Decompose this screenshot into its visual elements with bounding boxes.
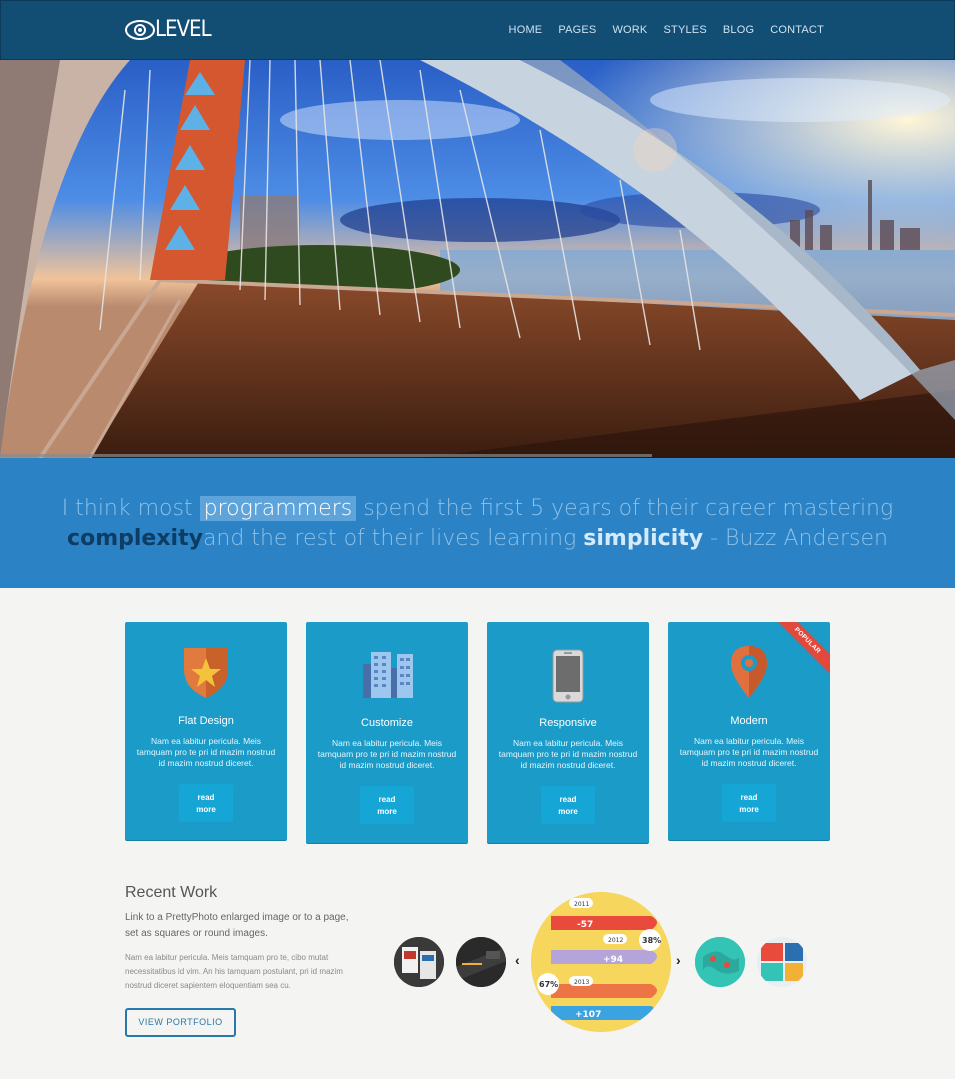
card-title: Responsive — [539, 717, 597, 729]
infographic-value-3: +107 — [575, 1010, 601, 1020]
quote-strong-complexity: complexity — [67, 526, 203, 551]
card-description: Nam ea labitur pericula. Meis tamquam pr… — [136, 736, 276, 768]
infographic-year-2011: 2011 — [574, 901, 589, 908]
view-portfolio-button[interactable]: VIEW PORTFOLIO — [125, 1008, 236, 1037]
carousel-prev-arrow[interactable]: ‹ — [515, 952, 520, 968]
map-pin-icon — [731, 646, 767, 698]
portfolio-image-icon — [456, 937, 506, 987]
feature-card-modern: POPULAR Modern Nam ea labitur pericula. … — [668, 622, 830, 840]
quote-section: I think most programmers spend the first… — [0, 458, 955, 588]
infographic-year-2012: 2012 — [608, 937, 623, 944]
read-more-button[interactable]: read more — [541, 786, 595, 824]
portfolio-thumb-1[interactable] — [394, 937, 444, 987]
card-title: Flat Design — [178, 715, 234, 727]
shield-star-icon — [184, 648, 228, 698]
phone-icon — [552, 649, 584, 703]
carousel-next-arrow[interactable]: › — [676, 952, 681, 968]
card-description: Nam ea labitur pericula. Meis tamquam pr… — [498, 738, 638, 770]
portfolio-thumb-3[interactable] — [695, 937, 745, 987]
portfolio-thumb-2[interactable] — [456, 937, 506, 987]
infographic-year-2013: 2013 — [574, 979, 589, 986]
nav-pages[interactable]: PAGES — [558, 24, 596, 36]
recent-work-description: Nam ea labitur pericula. Meis tamquam pr… — [125, 953, 343, 990]
quote-author: - Buzz Andersen — [703, 526, 888, 551]
feature-card-responsive: Responsive Nam ea labitur pericula. Meis… — [487, 622, 649, 843]
portfolio-image-icon — [695, 937, 745, 987]
quote-text-2: spend the first 5 years of their career … — [356, 496, 894, 521]
infographic-percent-2: 67% — [539, 980, 558, 989]
logo[interactable]: LEVEL — [125, 16, 212, 46]
quote-text-1: I think most — [61, 496, 200, 521]
feature-card-customize: Customize Nam ea labitur pericula. Meis … — [306, 622, 468, 843]
portfolio-featured-infographic[interactable]: 2011 -57 2012 38% +94 67% 2013 +107 — [531, 892, 671, 1032]
slider-progress-bar — [0, 454, 652, 457]
portfolio-thumb-4[interactable] — [757, 937, 807, 987]
infographic-value-2: +94 — [603, 955, 623, 965]
buildings-icon — [363, 652, 413, 698]
hero-slider-image[interactable] — [0, 60, 955, 458]
nav-blog[interactable]: BLOG — [723, 24, 754, 36]
quote-line-2: complexityand the rest of their lives le… — [0, 524, 955, 554]
recent-work-title: Recent Work — [125, 884, 218, 901]
read-more-button[interactable]: read more — [722, 784, 776, 822]
nav-styles[interactable]: STYLES — [663, 24, 706, 36]
nav-work[interactable]: WORK — [612, 24, 647, 36]
infographic-image-icon: 2011 -57 2012 38% +94 67% 2013 +107 — [531, 892, 671, 1032]
eye-logo-icon — [125, 20, 155, 40]
nav-contact[interactable]: CONTACT — [770, 24, 824, 36]
quote-text-3: and the rest of their lives learning — [202, 526, 584, 551]
recent-work-subtitle: Link to a PrettyPhoto enlarged image or … — [125, 912, 349, 939]
card-description: Nam ea labitur pericula. Meis tamquam pr… — [317, 738, 457, 770]
nav-home[interactable]: HOME — [509, 24, 543, 36]
popular-ribbon: POPULAR — [770, 622, 830, 678]
read-more-button[interactable]: read more — [360, 786, 414, 824]
portfolio-image-icon — [757, 937, 807, 987]
logo-text: LEVEL — [155, 17, 212, 42]
card-title: Modern — [730, 715, 768, 727]
site-header: LEVEL HOME PAGES WORK STYLES BLOG CONTAC… — [0, 0, 955, 60]
card-title: Customize — [361, 717, 413, 729]
quote-line-1: I think most programmers spend the first… — [0, 494, 955, 524]
quote-strong-simplicity: simplicity — [583, 526, 704, 551]
infographic-percent-1: 38% — [642, 936, 661, 945]
infographic-value-1: -57 — [577, 920, 593, 930]
card-description: Nam ea labitur pericula. Meis tamquam pr… — [679, 736, 819, 768]
feature-card-flat-design: Flat Design Nam ea labitur pericula. Mei… — [125, 622, 287, 840]
read-more-button[interactable]: read more — [179, 784, 233, 822]
portfolio-image-icon — [394, 937, 444, 987]
main-nav: HOME PAGES WORK STYLES BLOG CONTACT — [493, 24, 824, 36]
quote-highlight: programmers — [199, 496, 357, 521]
